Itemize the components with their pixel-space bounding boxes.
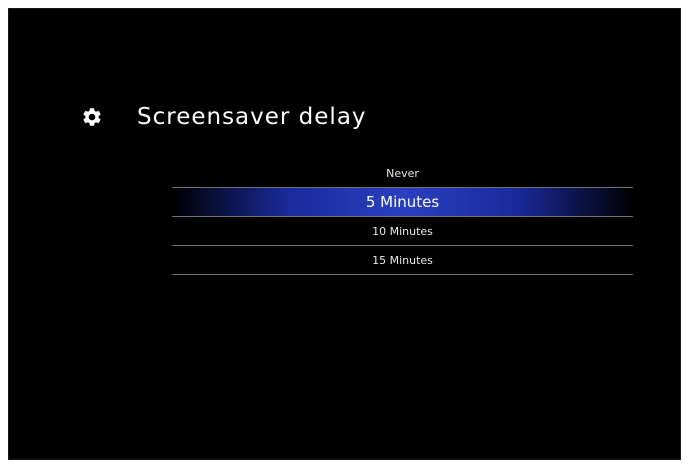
option-10-minutes[interactable]: 10 Minutes	[172, 217, 633, 246]
page-title: Screensaver delay	[137, 104, 367, 130]
tv-screen: Screensaver delay Never 5 Minutes 10 Min…	[8, 8, 681, 460]
option-15-minutes[interactable]: 15 Minutes	[172, 246, 633, 275]
option-never[interactable]: Never	[172, 160, 633, 188]
delay-options-list: Never 5 Minutes 10 Minutes 15 Minutes	[172, 160, 633, 275]
option-5-minutes[interactable]: 5 Minutes	[172, 188, 633, 217]
menu-header: Screensaver delay	[81, 97, 367, 137]
gear-icon	[81, 106, 103, 128]
